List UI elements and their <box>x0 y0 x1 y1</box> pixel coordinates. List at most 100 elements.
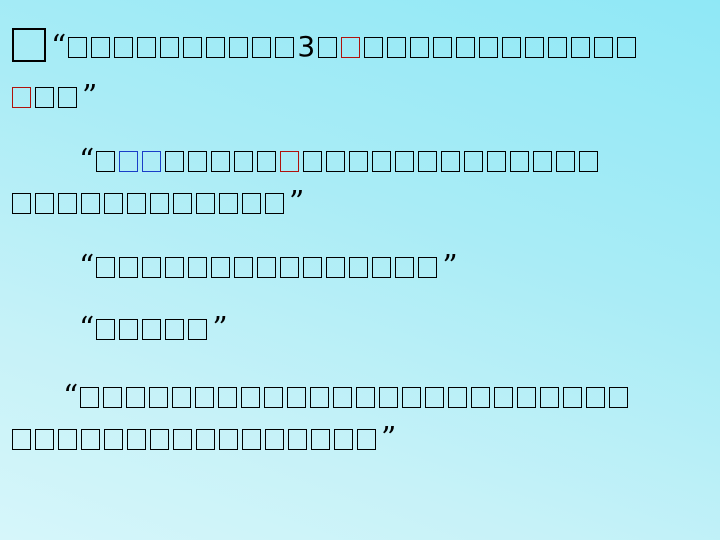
close-quote: ” <box>381 421 398 456</box>
missing-glyph <box>241 387 261 408</box>
missing-glyph <box>471 387 491 408</box>
missing-glyph-red <box>12 87 31 108</box>
missing-glyph <box>571 37 591 58</box>
missing-glyph <box>548 37 568 58</box>
missing-glyph <box>257 257 277 278</box>
missing-glyph <box>96 151 116 172</box>
missing-glyph <box>502 37 522 58</box>
missing-glyph <box>81 193 100 214</box>
missing-glyph <box>425 387 445 408</box>
missing-glyph <box>517 387 537 408</box>
missing-glyph <box>35 429 54 450</box>
missing-glyph <box>58 193 77 214</box>
slide: “3 ” “ ” “” “” “ ” <box>0 0 720 540</box>
missing-glyph <box>229 37 249 58</box>
missing-glyph <box>364 37 384 58</box>
close-quote: ” <box>212 311 229 346</box>
paragraph-1-line-2: ” <box>12 82 99 113</box>
open-quote: “ <box>51 29 68 64</box>
missing-glyph <box>104 429 123 450</box>
missing-glyph <box>211 151 231 172</box>
missing-glyph <box>211 257 231 278</box>
missing-glyph <box>150 429 169 450</box>
missing-glyph <box>188 319 208 340</box>
missing-glyph <box>563 387 583 408</box>
missing-glyph <box>234 257 254 278</box>
missing-glyph <box>418 257 438 278</box>
missing-glyph <box>58 87 77 108</box>
paragraph-1-line-1: “3 <box>12 28 640 63</box>
missing-glyph <box>395 257 415 278</box>
missing-glyph <box>303 257 323 278</box>
close-quote: ” <box>82 79 99 114</box>
missing-glyph <box>456 37 476 58</box>
missing-glyph <box>68 37 88 58</box>
missing-glyph <box>12 193 31 214</box>
missing-glyph-blue <box>142 151 162 172</box>
open-quote: “ <box>79 311 96 346</box>
missing-glyph <box>12 429 31 450</box>
missing-glyph <box>326 151 346 172</box>
paragraph-2-line-2: ” <box>12 188 306 219</box>
missing-glyph <box>96 257 116 278</box>
missing-glyph <box>183 37 203 58</box>
missing-glyph <box>579 151 599 172</box>
missing-glyph <box>91 37 111 58</box>
paragraph-5-line-2: ” <box>12 424 398 455</box>
missing-glyph <box>104 193 123 214</box>
missing-glyph <box>349 151 369 172</box>
missing-glyph-red <box>280 151 300 172</box>
paragraph-3: “” <box>78 252 460 283</box>
missing-glyph <box>379 387 399 408</box>
missing-glyph <box>525 37 545 58</box>
missing-glyph <box>35 87 54 108</box>
missing-glyph <box>594 37 614 58</box>
missing-glyph-red <box>341 37 361 58</box>
missing-glyph <box>288 429 307 450</box>
missing-glyph <box>494 387 514 408</box>
missing-glyph <box>196 429 215 450</box>
missing-glyph <box>540 387 560 408</box>
missing-glyph <box>586 387 606 408</box>
missing-glyph <box>326 257 346 278</box>
missing-glyph <box>318 37 338 58</box>
missing-glyph <box>137 37 157 58</box>
missing-glyph <box>219 429 238 450</box>
open-quote: “ <box>79 249 96 284</box>
missing-glyph <box>96 319 116 340</box>
missing-glyph <box>80 387 100 408</box>
missing-glyph <box>252 37 272 58</box>
missing-glyph <box>188 257 208 278</box>
missing-glyph <box>310 387 330 408</box>
missing-glyph <box>479 37 499 58</box>
close-quote: ” <box>442 249 459 284</box>
missing-glyph <box>556 151 576 172</box>
missing-glyph <box>617 37 637 58</box>
missing-glyph <box>418 151 438 172</box>
missing-glyph <box>533 151 553 172</box>
missing-glyph <box>372 257 392 278</box>
missing-glyph <box>280 257 300 278</box>
missing-glyph <box>119 257 139 278</box>
missing-glyph <box>287 387 307 408</box>
missing-glyph <box>103 387 123 408</box>
missing-glyph <box>218 387 238 408</box>
missing-glyph <box>142 257 162 278</box>
missing-glyph <box>195 387 215 408</box>
missing-glyph <box>275 37 295 58</box>
missing-glyph <box>311 429 330 450</box>
missing-glyph <box>242 429 261 450</box>
missing-glyph <box>35 193 54 214</box>
missing-glyph <box>165 257 185 278</box>
missing-glyph <box>402 387 422 408</box>
missing-glyph <box>173 429 192 450</box>
paragraph-5-line-1: “ <box>62 382 632 413</box>
missing-glyph <box>410 37 430 58</box>
missing-glyph <box>303 151 323 172</box>
missing-glyph <box>150 193 169 214</box>
missing-glyph <box>165 151 185 172</box>
open-quote: “ <box>63 379 80 414</box>
missing-glyph <box>487 151 507 172</box>
missing-glyph <box>242 193 261 214</box>
missing-glyph <box>196 193 215 214</box>
